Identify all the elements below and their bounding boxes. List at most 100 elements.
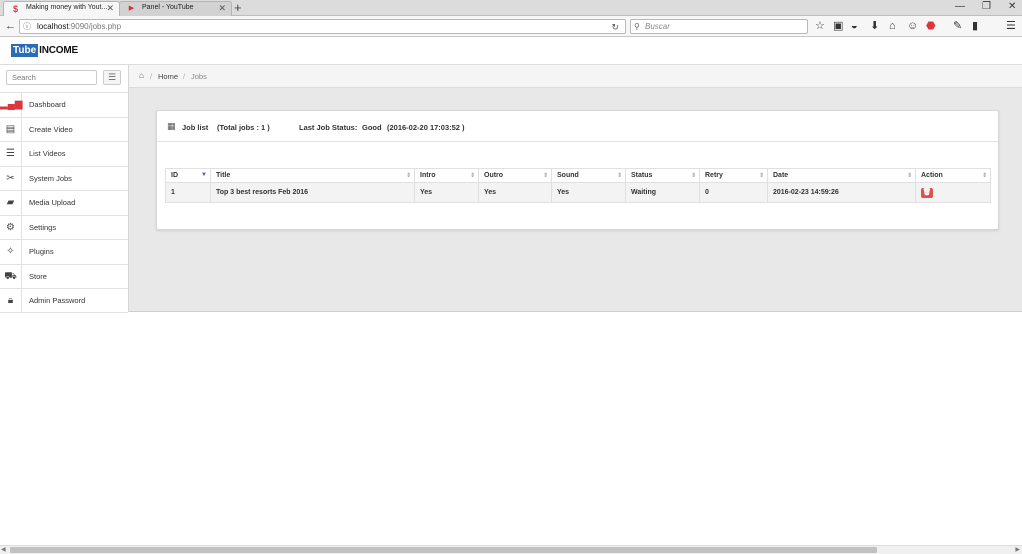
- browser-search-bar[interactable]: ⚲ Buscar: [630, 19, 808, 34]
- info-icon[interactable]: ⓘ: [23, 20, 31, 34]
- close-window-button[interactable]: ✕: [1008, 1, 1016, 12]
- table-row: 1 Top 3 best resorts Feb 2016 Yes Yes Ye…: [165, 182, 991, 203]
- cell-action: 🗑︎: [915, 182, 991, 203]
- column-header-sound[interactable]: Sound ⇕: [551, 168, 626, 183]
- download-icon[interactable]: ⬇: [870, 19, 879, 33]
- breadcrumb-current: Jobs: [191, 72, 207, 81]
- bookmark-star-icon[interactable]: ☆: [815, 19, 825, 33]
- hamburger-menu-icon[interactable]: ☰: [1006, 19, 1016, 33]
- sort-icon: ⇕: [981, 173, 987, 179]
- browser-tab-active[interactable]: $ Making money with Yout... ✕: [3, 1, 120, 16]
- job-list-panel: ▦ Job list (Total jobs : 1 ) Last Job St…: [156, 110, 999, 230]
- smiley-icon[interactable]: ☺: [907, 19, 918, 33]
- table-grid-icon: ▦: [167, 121, 176, 131]
- panel-header: ▦ Job list (Total jobs : 1 ) Last Job St…: [157, 111, 998, 142]
- sidebar-item-admin-password[interactable]: 🔒︎ Admin Password: [0, 288, 128, 313]
- cart-icon: ⛟: [0, 264, 22, 288]
- reading-list-icon[interactable]: ▣: [833, 19, 843, 33]
- sidebar-item-settings[interactable]: ⚙ Settings: [0, 214, 128, 239]
- battery-icon[interactable]: ▮: [972, 19, 978, 33]
- sidebar-item-system-jobs[interactable]: ✂ System Jobs: [0, 165, 128, 190]
- sort-icon: ⇕: [690, 173, 696, 179]
- browser-nav-bar: ← ⓘ localhost:9090/jobs.php ↻ ⚲ Buscar ☆…: [0, 16, 1022, 37]
- minimize-window-button[interactable]: —: [955, 1, 965, 12]
- sort-icon: ⇕: [405, 173, 411, 179]
- sort-icon: ⇕: [616, 173, 622, 179]
- last-job-status-time: (2016-02-20 17:03:52 ): [387, 123, 465, 132]
- tube-income-logo[interactable]: Tube INCOME: [11, 44, 78, 57]
- sidebar-item-store[interactable]: ⛟ Store: [0, 263, 128, 288]
- column-header-outro[interactable]: Outro ⇕: [478, 168, 552, 183]
- sidebar-item-plugins[interactable]: ✧ Plugins: [0, 239, 128, 264]
- cell-date: 2016-02-23 14:59:26: [767, 182, 916, 203]
- breadcrumb-home-link[interactable]: Home: [158, 72, 178, 81]
- back-arrow-icon[interactable]: ←: [5, 19, 16, 33]
- sidebar-item-dashboard[interactable]: ▂▄▆ Dashboard: [0, 92, 128, 117]
- panel-title: Job list: [182, 123, 209, 132]
- table-header-row: ID ▼ Title ⇕ Intro ⇕ Outro ⇕ Sound ⇕ Status ⇕ …: [165, 168, 991, 183]
- scroll-right-arrow-icon[interactable]: ▶: [1015, 546, 1020, 553]
- cell-id: 1: [165, 182, 211, 203]
- scroll-left-arrow-icon[interactable]: ◀: [1, 546, 6, 553]
- browser-search-placeholder: Buscar: [645, 22, 670, 31]
- cell-intro: Yes: [414, 182, 479, 203]
- sidebar-item-media-upload[interactable]: ▰ Media Upload: [0, 190, 128, 215]
- home-icon[interactable]: ⌂: [139, 71, 144, 80]
- column-header-id[interactable]: ID ▼: [165, 168, 211, 183]
- youtube-favicon-icon: ▶: [128, 5, 135, 12]
- column-header-action[interactable]: Action ⇕: [915, 168, 991, 183]
- column-header-intro[interactable]: Intro ⇕: [414, 168, 479, 183]
- column-header-date[interactable]: Date ⇕: [767, 168, 916, 183]
- sidebar-item-create-video[interactable]: ▤ Create Video: [0, 116, 128, 141]
- magic-wand-icon: ✧: [0, 240, 22, 264]
- home-icon[interactable]: ⌂: [889, 19, 896, 33]
- last-job-status-value: Good: [362, 123, 382, 132]
- main-content: ⌂ / Home / Jobs ▦ Job list (Total jobs :…: [129, 65, 1022, 312]
- address-bar[interactable]: ⓘ localhost:9090/jobs.php ↻: [19, 19, 626, 34]
- total-jobs-count: (Total jobs : 1 ): [217, 123, 270, 132]
- jobs-table: ID ▼ Title ⇕ Intro ⇕ Outro ⇕ Sound ⇕ Status ⇕ …: [165, 168, 991, 203]
- tab-title: Making money with Yout...: [26, 4, 108, 11]
- tab-title: Panel - YouTube: [142, 4, 194, 11]
- sidebar-search-box[interactable]: [6, 70, 97, 85]
- new-tab-button[interactable]: +: [234, 1, 242, 15]
- sort-icon: ⇕: [542, 173, 548, 179]
- column-header-status[interactable]: Status ⇕: [625, 168, 700, 183]
- sidebar-search-input[interactable]: [7, 71, 96, 84]
- breadcrumb: ⌂ / Home / Jobs: [129, 65, 1022, 88]
- tools-icon: ✂: [0, 166, 22, 190]
- cell-title: Top 3 best resorts Feb 2016: [210, 182, 415, 203]
- bar-chart-icon: ▂▄▆: [0, 93, 22, 117]
- reload-icon[interactable]: ↻: [611, 20, 619, 34]
- sort-icon: ⇕: [758, 173, 764, 179]
- horizontal-scrollbar[interactable]: ◀ ▶: [0, 545, 1022, 554]
- sort-icon: ⇕: [906, 173, 912, 179]
- app-header: Tube INCOME: [0, 37, 1022, 65]
- cell-outro: Yes: [478, 182, 552, 203]
- folder-upload-icon: ▰: [0, 191, 22, 215]
- browser-tab-youtube[interactable]: ▶ Panel - YouTube ✕: [119, 1, 232, 16]
- breadcrumb-separator: /: [183, 72, 186, 81]
- cell-status: Waiting: [625, 182, 700, 203]
- sidebar-item-list-videos[interactable]: ☰ List Videos: [0, 141, 128, 166]
- close-tab-icon[interactable]: ✕: [106, 3, 114, 14]
- adblock-icon[interactable]: ⬣: [926, 19, 936, 33]
- restore-window-button[interactable]: ❐: [982, 1, 991, 12]
- delete-job-button[interactable]: 🗑︎: [921, 187, 933, 198]
- column-header-retry[interactable]: Retry ⇕: [699, 168, 768, 183]
- breadcrumb-separator: /: [150, 72, 153, 81]
- sort-desc-icon: ▼: [201, 172, 207, 178]
- sort-icon: ⇕: [469, 173, 475, 179]
- sidebar-toggle-button[interactable]: ☰: [103, 70, 121, 85]
- scrollbar-thumb[interactable]: [10, 547, 877, 553]
- browser-tab-strip: $ Making money with Yout... ✕ ▶ Panel - …: [0, 0, 1022, 16]
- close-tab-icon[interactable]: ✕: [218, 3, 226, 14]
- pocket-icon[interactable]: ◒: [851, 19, 858, 33]
- cell-sound: Yes: [551, 182, 626, 203]
- column-header-title[interactable]: Title ⇕: [210, 168, 415, 183]
- cell-retry: 0: [699, 182, 768, 203]
- extension-icon[interactable]: ✎: [953, 19, 962, 33]
- url-text: localhost:9090/jobs.php: [37, 22, 122, 31]
- last-job-status-label: Last Job Status:: [299, 123, 358, 132]
- lock-icon: 🔒︎: [0, 289, 22, 312]
